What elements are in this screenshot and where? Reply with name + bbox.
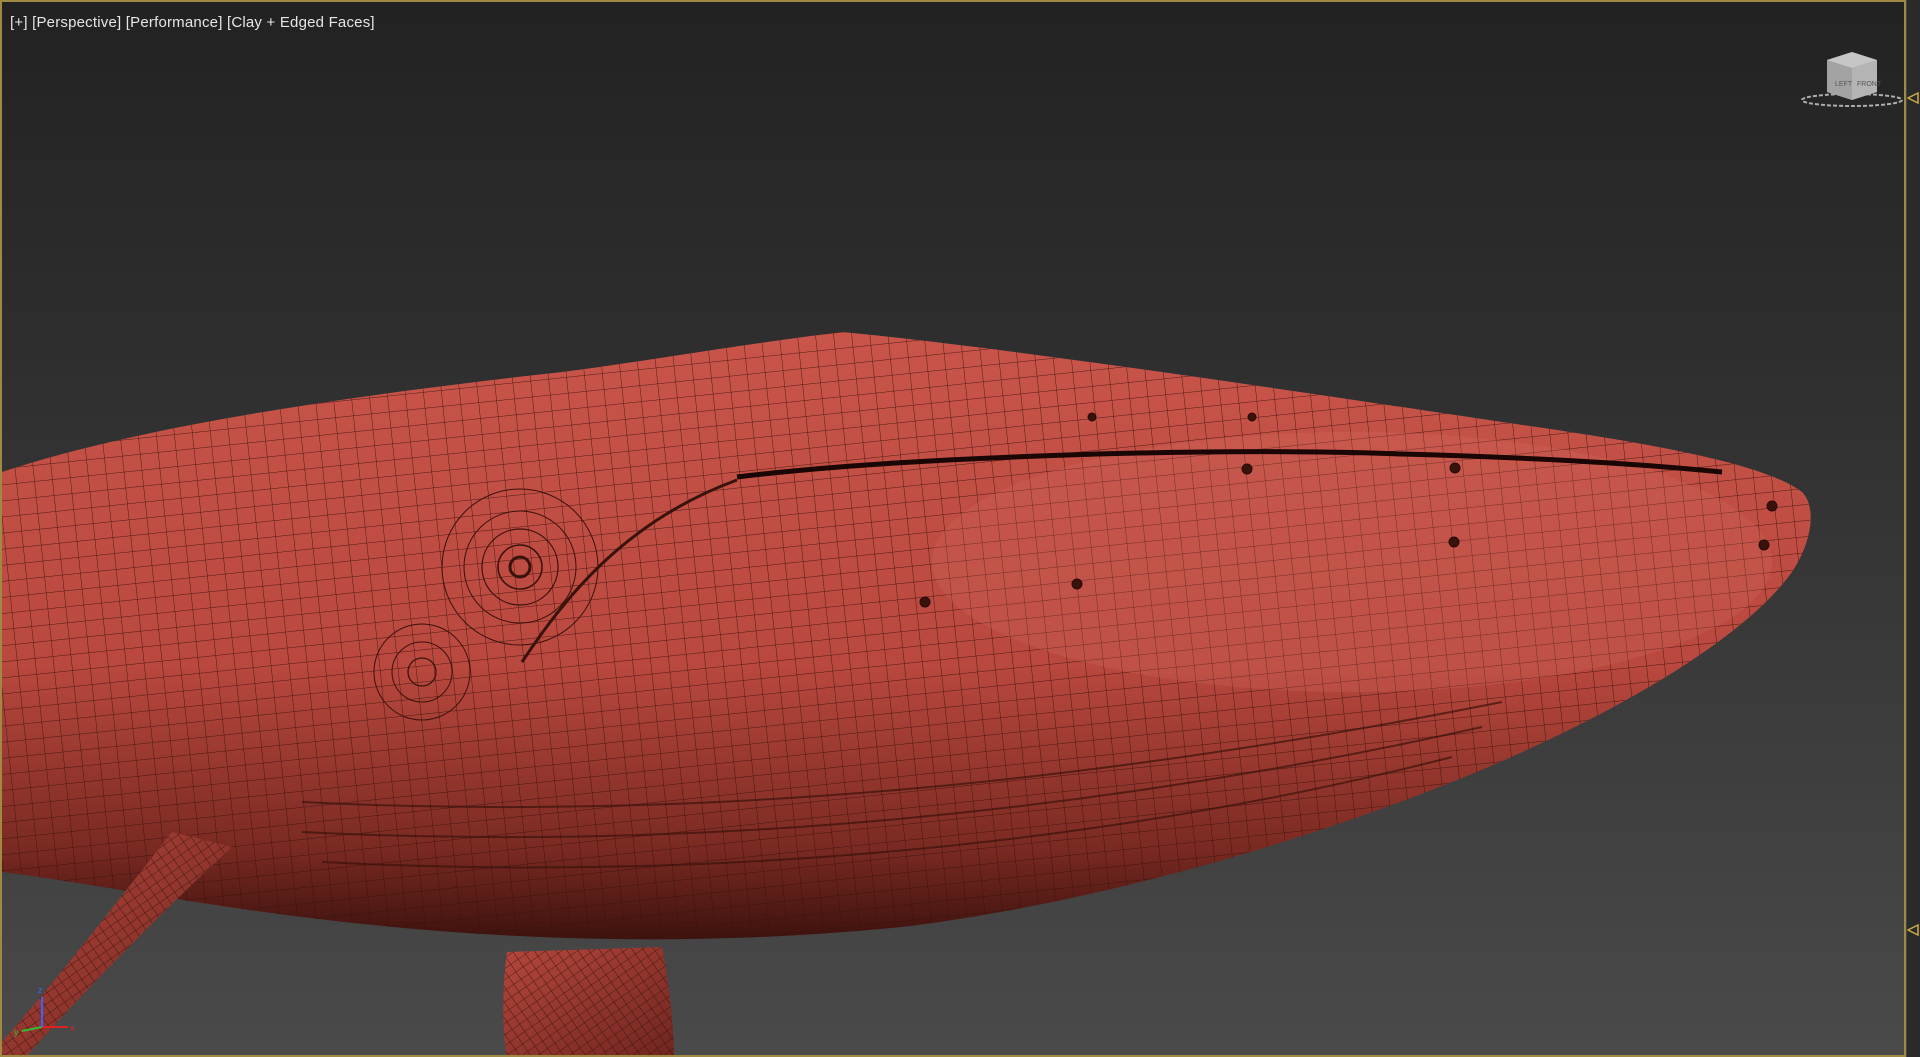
- viewport-label: [+] [Perspective] [Performance] [Clay + …: [10, 14, 375, 31]
- viewcube-face-front: FRONT: [1857, 81, 1882, 88]
- viewport-menu-mode[interactable]: [Performance]: [126, 14, 223, 31]
- viewport-menu-view[interactable]: [Perspective]: [32, 14, 121, 31]
- viewport-menu-plus[interactable]: [+]: [10, 14, 28, 31]
- time-marker-bottom-icon[interactable]: [1907, 924, 1919, 936]
- axis-tripod-icon: x y z: [14, 985, 75, 1037]
- time-marker-top-icon[interactable]: [1907, 92, 1919, 104]
- viewcube-face-left: LEFT: [1835, 81, 1853, 88]
- viewport-menu-shading[interactable]: [Clay + Edged Faces]: [227, 14, 375, 31]
- right-side-strip: [1906, 0, 1920, 1057]
- whale-mesh: [2, 332, 1811, 1055]
- ventral-fin: [503, 947, 674, 1055]
- axis-y-label: y: [14, 1027, 19, 1037]
- axis-z-label: z: [38, 985, 43, 995]
- viewcube-icon[interactable]: LEFT FRONT: [1797, 52, 1906, 112]
- perspective-viewport[interactable]: [+] [Perspective] [Performance] [Clay + …: [0, 0, 1906, 1057]
- axis-x-label: x: [70, 1023, 75, 1033]
